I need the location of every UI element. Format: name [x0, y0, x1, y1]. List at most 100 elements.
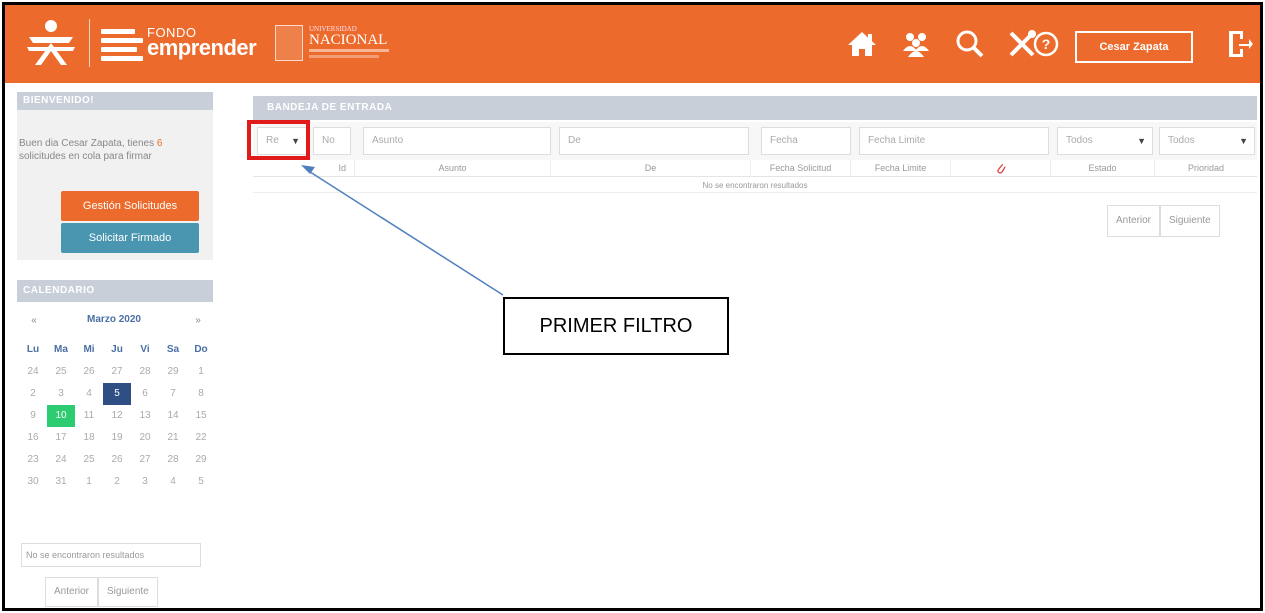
- primer-filtro-callout: PRIMER FILTRO: [503, 297, 729, 355]
- calendar-day[interactable]: 10: [47, 405, 75, 427]
- inbox-table-header: Id Asunto De Fecha Solicitud Fecha Limit…: [253, 160, 1257, 177]
- calendar-weekdays: Lu Ma Mi Ju Vi Sa Do: [19, 339, 215, 361]
- calendar-day[interactable]: 25: [75, 449, 103, 471]
- status-filter-select[interactable]: Todos: [1057, 127, 1153, 155]
- gestion-solicitudes-button[interactable]: Gestión Solicitudes: [61, 191, 199, 221]
- help-icon[interactable]: ?: [1029, 29, 1063, 59]
- calendar-day[interactable]: 2: [19, 383, 47, 405]
- calendar-week: 24 25 26 27 28 29 1: [19, 361, 215, 383]
- calendar-day[interactable]: 31: [47, 471, 75, 493]
- solicitar-firmado-button[interactable]: Solicitar Firmado: [61, 223, 199, 253]
- calendar-day[interactable]: 11: [75, 405, 103, 427]
- calendar-prev-page-button[interactable]: Anterior: [45, 577, 99, 607]
- calendar-pager: Anterior Siguiente: [45, 577, 158, 607]
- inbox-filter-row: Re No Asunto De Fecha Fecha Limite Todos…: [253, 122, 1257, 160]
- column-request-date[interactable]: Fecha Solicitud: [751, 160, 851, 177]
- from-filter-input[interactable]: De: [559, 127, 749, 155]
- calendar-day[interactable]: 27: [103, 361, 131, 383]
- calendar-day[interactable]: 30: [19, 471, 47, 493]
- calendar-day[interactable]: 3: [131, 471, 159, 493]
- logo-divider: [89, 19, 90, 67]
- weekday-label: Ju: [111, 344, 123, 355]
- calendar-day[interactable]: 1: [187, 361, 215, 383]
- column-status[interactable]: Estado: [1051, 160, 1155, 177]
- exit-icon[interactable]: [1225, 29, 1253, 59]
- calendar-day[interactable]: 14: [159, 405, 187, 427]
- users-icon[interactable]: [899, 29, 933, 59]
- deadline-filter-input[interactable]: Fecha Limite: [859, 127, 1049, 155]
- calendar-day[interactable]: 8: [187, 383, 215, 405]
- inbox-empty-message: No se encontraron resultados: [253, 179, 1257, 193]
- calendar-day[interactable]: 28: [159, 449, 187, 471]
- highlight-box: [247, 120, 310, 160]
- calendar-day[interactable]: 21: [159, 427, 187, 449]
- home-icon[interactable]: [845, 29, 879, 59]
- calendar-day[interactable]: 15: [187, 405, 215, 427]
- column-priority[interactable]: Prioridad: [1155, 160, 1257, 177]
- calendar-next-page-button[interactable]: Siguiente: [98, 577, 158, 607]
- welcome-message: Buen dia Cesar Zapata, tienes 6 solicitu…: [19, 138, 163, 162]
- calendar-day[interactable]: 1: [75, 471, 103, 493]
- calendar-nav: « Marzo 2020 »: [19, 311, 209, 333]
- calendar-day[interactable]: 26: [103, 449, 131, 471]
- calendar-day[interactable]: 29: [159, 361, 187, 383]
- calendar-day[interactable]: 12: [103, 405, 131, 427]
- calendar-week: 23 24 25 26 27 28 29: [19, 449, 215, 471]
- column-subject[interactable]: Asunto: [355, 160, 551, 177]
- calendar-day[interactable]: 6: [131, 383, 159, 405]
- calendar-day[interactable]: 5: [103, 383, 131, 405]
- priority-filter-select[interactable]: Todos: [1159, 127, 1255, 155]
- calendar-day[interactable]: 16: [19, 427, 47, 449]
- inbox-header: BANDEJA DE ENTRADA: [253, 96, 1257, 120]
- calendar-day[interactable]: 2: [103, 471, 131, 493]
- inbox-next-button[interactable]: Siguiente: [1160, 205, 1220, 237]
- pending-count: 6: [156, 138, 163, 149]
- weekday-label: Mi: [83, 344, 95, 355]
- date-filter-input[interactable]: Fecha: [761, 127, 851, 155]
- calendar-next-button[interactable]: »: [191, 315, 205, 326]
- calendar-day[interactable]: 17: [47, 427, 75, 449]
- column-attachment[interactable]: [951, 160, 1051, 177]
- inbox-pager: Anterior Siguiente: [1107, 205, 1220, 237]
- calendar-day[interactable]: 29: [187, 449, 215, 471]
- calendar-day[interactable]: 18: [75, 427, 103, 449]
- calendar-day[interactable]: 25: [47, 361, 75, 383]
- calendar-day[interactable]: 4: [75, 383, 103, 405]
- column-id[interactable]: Id: [253, 160, 355, 177]
- calendar-day[interactable]: 26: [75, 361, 103, 383]
- inbox-prev-button[interactable]: Anterior: [1107, 205, 1161, 237]
- brand-big-text: emprender: [147, 35, 257, 60]
- subject-filter-input[interactable]: Asunto: [363, 127, 551, 155]
- calendar-day[interactable]: 19: [103, 427, 131, 449]
- calendar-day[interactable]: 24: [19, 361, 47, 383]
- calendar-day[interactable]: 4: [159, 471, 187, 493]
- calendar-week: 2345678: [19, 383, 215, 405]
- column-deadline[interactable]: Fecha Limite: [851, 160, 951, 177]
- calendar-day[interactable]: 22: [187, 427, 215, 449]
- calendar-month-title[interactable]: Marzo 2020: [59, 314, 169, 325]
- weekday-label: Vi: [140, 344, 150, 355]
- user-profile-button[interactable]: Cesar Zapata: [1075, 31, 1193, 63]
- calendar-day[interactable]: 3: [47, 383, 75, 405]
- calendar-day[interactable]: 23: [19, 449, 47, 471]
- search-icon[interactable]: [953, 29, 987, 59]
- universidad-nacional-logo: UNIVERSIDAD NACIONAL: [275, 23, 393, 65]
- attachment-icon: [996, 164, 1006, 174]
- calendar-day[interactable]: 20: [131, 427, 159, 449]
- sena-logo: [25, 17, 77, 67]
- id-filter-input[interactable]: No: [313, 127, 351, 155]
- calendar-week: 16 17 18 19 20 21 22: [19, 427, 215, 449]
- calendar-day[interactable]: 9: [19, 405, 47, 427]
- calendar-empty-results: No se encontraron resultados: [21, 543, 201, 567]
- calendar-week: 9 10 11 12 13 14 15: [19, 405, 215, 427]
- calendar-day[interactable]: 5: [187, 471, 215, 493]
- calendar-day[interactable]: 7: [159, 383, 187, 405]
- calendar-day[interactable]: 28: [131, 361, 159, 383]
- calendar-day[interactable]: 24: [47, 449, 75, 471]
- column-from[interactable]: De: [551, 160, 751, 177]
- calendar-day[interactable]: 27: [131, 449, 159, 471]
- svg-text:?: ?: [1042, 36, 1051, 52]
- weekday-label: Ma: [54, 344, 68, 355]
- calendar-prev-button[interactable]: «: [27, 315, 41, 326]
- calendar-day[interactable]: 13: [131, 405, 159, 427]
